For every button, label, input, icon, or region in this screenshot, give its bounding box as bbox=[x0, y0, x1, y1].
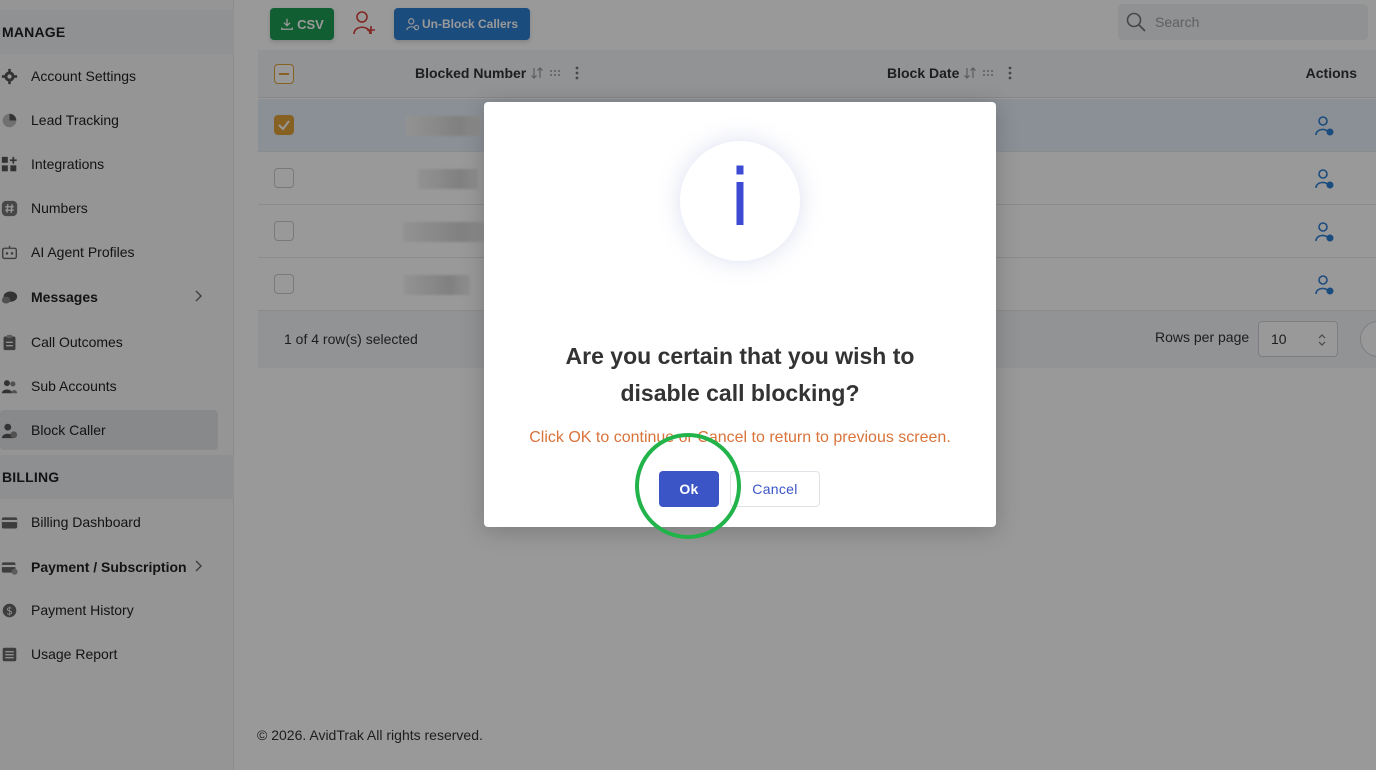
confirm-dialog: i Are you certain that you wish to disab… bbox=[484, 102, 996, 527]
info-glyph: i bbox=[729, 154, 751, 244]
cancel-button[interactable]: Cancel bbox=[730, 471, 820, 507]
dialog-message: Click OK to continue or Cancel to return… bbox=[529, 429, 951, 446]
dialog-title: Are you certain that you wish to disable… bbox=[565, 343, 915, 406]
info-icon: i bbox=[680, 141, 800, 261]
ok-button[interactable]: Ok bbox=[659, 471, 719, 507]
